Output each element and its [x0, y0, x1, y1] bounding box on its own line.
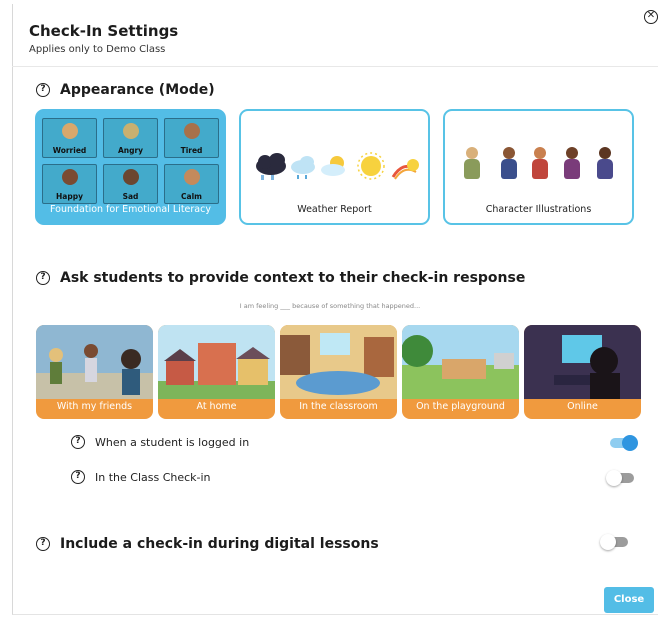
option-class-check-in-label: In the Class Check-in [95, 471, 211, 484]
sun-icon [357, 152, 385, 180]
character-icon [561, 147, 583, 181]
context-label: In the classroom [299, 401, 378, 412]
sample-sentence: I am feeling ___ because of something th… [239, 302, 421, 310]
storm-cloud-icon [256, 153, 286, 180]
digital-lessons-heading: Include a check-in during digital lesson… [60, 536, 379, 552]
classroom-illustration [280, 325, 397, 399]
happy-face-icon [62, 169, 78, 185]
tired-face-icon [184, 123, 200, 139]
emotion-label: Sad [122, 192, 139, 201]
emotion-cell: Happy [42, 164, 97, 204]
close-button[interactable]: Close [604, 587, 654, 613]
sad-face-icon [123, 169, 139, 185]
rainbow-icon [391, 159, 419, 180]
angry-face-icon [123, 123, 139, 139]
toggle-knob [606, 470, 622, 486]
online-illustration [524, 325, 641, 399]
context-heading: Ask students to provide context to their… [60, 270, 526, 286]
home-illustration [158, 325, 275, 399]
toggle-digital-lessons[interactable] [600, 534, 628, 550]
appearance-heading: Appearance (Mode) [60, 82, 215, 98]
playground-illustration [402, 325, 519, 399]
context-card-playground[interactable]: On the playground [402, 325, 519, 419]
emotion-label: Happy [56, 192, 83, 201]
partly-cloudy-icon [321, 156, 345, 176]
emotion-cell: Angry [103, 118, 158, 158]
toggle-knob [622, 435, 638, 451]
character-icon [594, 147, 616, 181]
mode-card-character-illustrations[interactable]: Character Illustrations [443, 109, 634, 225]
emotion-label: Tired [180, 146, 203, 155]
context-card-home[interactable]: At home [158, 325, 275, 419]
help-icon[interactable]: ? [71, 435, 85, 449]
character-icon [498, 147, 520, 181]
emotion-cell: Calm [164, 164, 219, 204]
context-card-friends[interactable]: With my friends [36, 325, 153, 419]
toggle-knob [600, 534, 616, 550]
context-card-classroom[interactable]: In the classroom [280, 325, 397, 419]
mode-label: Foundation for Emotional Literacy [50, 204, 211, 215]
context-label: With my friends [56, 401, 133, 412]
header-divider [12, 66, 658, 67]
help-icon[interactable]: ? [36, 537, 50, 551]
worried-face-icon [62, 123, 78, 139]
mode-label: Weather Report [297, 204, 372, 215]
emotion-cell: Tired [164, 118, 219, 158]
emotion-label: Calm [181, 192, 202, 201]
mode-card-emotional-literacy[interactable]: Worried Angry Tired Happy Sad Calm Found… [35, 109, 226, 225]
emotion-cell: Worried [42, 118, 97, 158]
character-icon [461, 147, 483, 181]
context-label: On the playground [416, 401, 505, 412]
context-card-online[interactable]: Online [524, 325, 641, 419]
rain-cloud-icon [291, 156, 315, 179]
toggle-logged-in[interactable] [610, 435, 638, 451]
modal-subtitle: Applies only to Demo Class [29, 44, 166, 55]
weather-icons [256, 152, 419, 180]
option-logged-in-label: When a student is logged in [95, 436, 250, 449]
emotion-cell: Sad [103, 164, 158, 204]
character-icon [529, 147, 551, 181]
help-icon[interactable]: ? [36, 83, 50, 97]
context-label: Online [567, 401, 598, 412]
mode-card-weather-report[interactable]: Weather Report [239, 109, 430, 225]
friends-illustration [36, 325, 153, 399]
close-circle-icon[interactable]: ✕ [644, 10, 658, 24]
help-icon[interactable]: ? [71, 470, 85, 484]
mode-label: Character Illustrations [485, 204, 592, 215]
help-icon[interactable]: ? [36, 271, 50, 285]
context-label: At home [196, 401, 237, 412]
emotion-grid: Worried Angry Tired Happy Sad Calm [42, 118, 220, 204]
calm-face-icon [184, 169, 200, 185]
emotion-label: Worried [52, 146, 87, 155]
modal-title: Check-In Settings [29, 22, 179, 40]
emotion-label: Angry [117, 146, 144, 155]
toggle-class-check-in[interactable] [606, 470, 634, 486]
